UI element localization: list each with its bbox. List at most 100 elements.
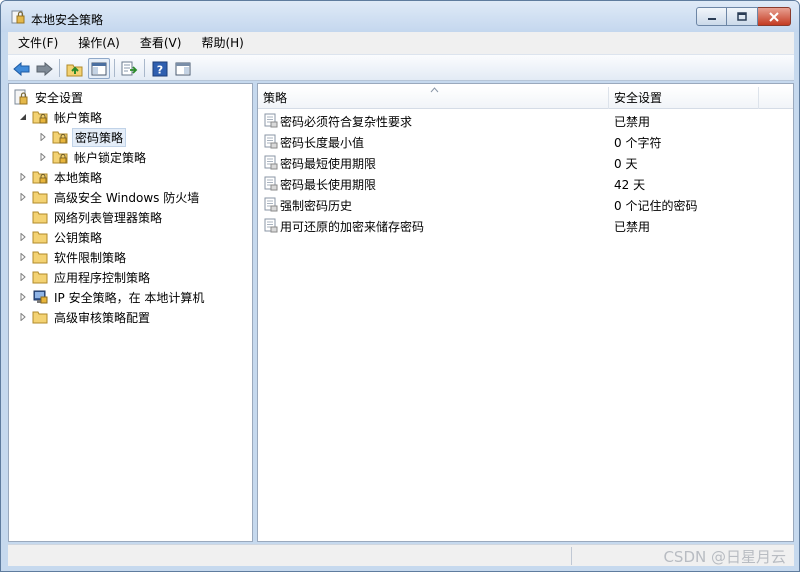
forward-button[interactable] xyxy=(33,58,55,79)
expand-arrow-icon[interactable] xyxy=(17,171,29,183)
back-button[interactable] xyxy=(11,58,33,79)
toolbar-separator xyxy=(59,59,60,77)
policy-name: 密码最短使用期限 xyxy=(280,157,377,171)
window-title: 本地安全策略 xyxy=(31,13,104,27)
expand-arrow-icon[interactable] xyxy=(17,291,29,303)
toolbar-separator xyxy=(144,59,145,77)
window-controls xyxy=(696,7,791,26)
tree-label: 高级审核策略配置 xyxy=(54,310,151,325)
show-action-pane-icon xyxy=(175,62,191,75)
menu-action[interactable]: 操作(A) xyxy=(68,33,130,53)
sort-ascending-icon xyxy=(430,87,439,93)
tree-item-local-policies[interactable]: 本地策略 xyxy=(17,167,104,187)
tree-label: 帐户策略 xyxy=(54,110,103,125)
help-button[interactable]: ? xyxy=(149,58,171,79)
folder-icon xyxy=(32,309,48,325)
folder-lock-icon xyxy=(32,169,48,185)
policy-item-icon xyxy=(264,155,278,170)
list-item[interactable]: 强制密码历史 0 个记住的密码 xyxy=(258,194,793,215)
folder-icon xyxy=(32,189,48,205)
list-item[interactable]: 密码长度最小值 0 个字符 xyxy=(258,131,793,152)
security-settings-icon xyxy=(13,89,29,105)
maximize-button[interactable] xyxy=(727,7,758,26)
export-list-button[interactable] xyxy=(118,58,140,79)
tree-item-software-restriction[interactable]: 软件限制策略 xyxy=(17,247,128,267)
show-hide-console-tree-button[interactable] xyxy=(88,58,110,79)
policy-item-icon xyxy=(264,197,278,212)
close-button[interactable] xyxy=(758,7,791,26)
folder-lock-icon xyxy=(32,109,48,125)
status-separator xyxy=(571,547,572,565)
svg-text:?: ? xyxy=(157,63,163,76)
tree-item-advanced-audit[interactable]: 高级审核策略配置 xyxy=(17,307,152,327)
expand-arrow-icon[interactable] xyxy=(17,251,29,263)
menu-view[interactable]: 查看(V) xyxy=(130,33,192,53)
tree-item-application-control[interactable]: 应用程序控制策略 xyxy=(17,267,152,287)
tree-label: 帐户锁定策略 xyxy=(74,150,147,165)
list-item[interactable]: 用可还原的加密来储存密码 已禁用 xyxy=(258,215,793,236)
menu-help[interactable]: 帮助(H) xyxy=(191,33,253,53)
policy-setting: 0 个记住的密码 xyxy=(614,199,698,213)
back-arrow-icon xyxy=(13,61,30,76)
ip-security-icon xyxy=(32,289,48,305)
minimize-icon xyxy=(707,17,716,20)
maximize-icon xyxy=(737,11,747,21)
toolbar-separator xyxy=(114,59,115,77)
minimize-button[interactable] xyxy=(696,7,727,26)
tree-item-account-lockout-policy[interactable]: 帐户锁定策略 xyxy=(37,147,148,167)
menu-file[interactable]: 文件(F) xyxy=(8,33,68,53)
tree-label: 本地策略 xyxy=(54,170,103,185)
export-list-icon xyxy=(121,61,138,75)
tree-label: 密码策略 xyxy=(72,127,127,147)
policy-item-icon xyxy=(264,113,278,128)
close-icon xyxy=(769,11,779,22)
expand-arrow-icon[interactable] xyxy=(37,151,49,163)
policy-item-icon xyxy=(264,218,278,233)
title-bar[interactable]: 本地安全策略 xyxy=(1,1,799,32)
tree-item-password-policy[interactable]: 密码策略 xyxy=(37,127,127,147)
folder-lock-icon xyxy=(52,129,68,145)
security-policy-app-icon xyxy=(11,10,25,24)
list-item[interactable]: 密码最长使用期限 42 天 xyxy=(258,173,793,194)
policy-name: 密码长度最小值 xyxy=(280,136,365,150)
show-hide-action-pane-button[interactable] xyxy=(172,58,194,79)
column-header-security-setting[interactable]: 安全设置 xyxy=(609,87,759,109)
policy-setting: 已禁用 xyxy=(614,115,651,129)
folder-icon xyxy=(32,209,48,225)
tree-item-public-key-policies[interactable]: 公钥策略 xyxy=(17,227,104,247)
column-header-policy[interactable]: 策略 xyxy=(258,87,609,109)
show-hide-tree-icon xyxy=(91,62,107,75)
policy-name: 强制密码历史 xyxy=(280,199,353,213)
tree-item-security-settings[interactable]: 安全设置 xyxy=(13,87,85,107)
tree-item-account-policies[interactable]: 帐户策略 xyxy=(17,107,104,127)
policy-item-icon xyxy=(264,134,278,149)
column-header-label: 策略 xyxy=(263,91,288,105)
expand-arrow-icon[interactable] xyxy=(17,271,29,283)
policy-setting: 0 天 xyxy=(614,157,638,171)
list-item[interactable]: 密码必须符合复杂性要求 已禁用 xyxy=(258,110,793,131)
tree-label: 应用程序控制策略 xyxy=(54,270,151,285)
folder-icon xyxy=(32,269,48,285)
forward-arrow-icon xyxy=(36,61,53,76)
console-tree[interactable]: 安全设置 帐户策略 密码策略 帐户锁定策略 本地策略 高级安全 Windows … xyxy=(8,83,253,542)
tree-item-network-list-manager[interactable]: 网络列表管理器策略 xyxy=(17,207,164,227)
up-one-level-button[interactable] xyxy=(64,58,86,79)
tree-label: 高级安全 Windows 防火墙 xyxy=(54,190,200,205)
policy-name: 密码最长使用期限 xyxy=(280,178,377,192)
folder-icon xyxy=(32,229,48,245)
expand-collapse-arrow-icon[interactable] xyxy=(17,111,29,123)
expand-arrow-icon[interactable] xyxy=(37,131,49,143)
toolbar: ? xyxy=(8,54,794,81)
tree-item-ip-security-policies[interactable]: IP 安全策略，在 本地计算机 xyxy=(17,287,206,307)
expand-arrow-icon[interactable] xyxy=(17,231,29,243)
expand-arrow-icon[interactable] xyxy=(17,311,29,323)
policy-setting: 0 个字符 xyxy=(614,136,662,150)
list-item[interactable]: 密码最短使用期限 0 天 xyxy=(258,152,793,173)
tree-item-windows-firewall[interactable]: 高级安全 Windows 防火墙 xyxy=(17,187,201,207)
expand-arrow-icon[interactable] xyxy=(17,191,29,203)
policy-list-view[interactable]: 策略 安全设置 密码必须符合复杂性要求 已禁用 密码长度最小值 0 个字符 密码… xyxy=(257,83,794,542)
policy-name: 密码必须符合复杂性要求 xyxy=(280,115,413,129)
policy-setting: 42 天 xyxy=(614,178,646,192)
policy-setting: 已禁用 xyxy=(614,220,651,234)
